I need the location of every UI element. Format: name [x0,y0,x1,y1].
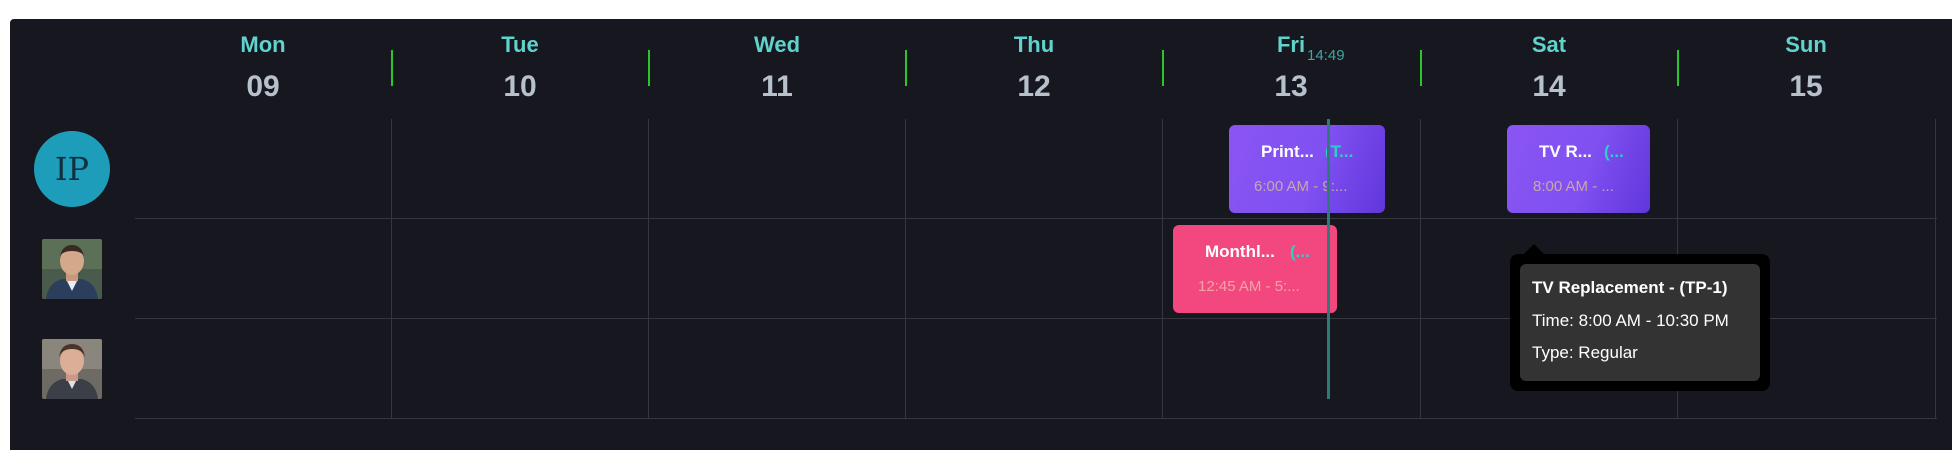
event-block[interactable]: Print... (T... 6:00 AM - 9:... [1229,125,1385,213]
day-date: 09 [246,70,280,103]
day-header-sat[interactable]: Sat 14 [1421,19,1677,119]
resource-avatar-photo[interactable] [42,239,102,299]
event-title: TV R... [1539,142,1592,161]
grid-column-line [391,119,392,419]
grid-column-line [1935,119,1936,419]
event-tooltip: TV Replacement - (TP-1) Time: 8:00 AM - … [1510,244,1770,391]
grid-column-line [648,119,649,419]
current-time-label: 14:49 [1307,47,1345,64]
day-header-fri[interactable]: Fri 13 [1163,19,1419,119]
day-date: 12 [1017,70,1051,103]
grid-column-line [1162,119,1163,419]
event-time: 6:00 AM - 9:... [1254,178,1348,195]
scheduler-panel: Mon 09 Tue 10 Wed 11 Thu 12 Fri 13 Sat 1… [10,19,1952,450]
day-name: Sat [1531,32,1567,57]
grid-row-line [135,418,1937,419]
day-name: Sun [1785,32,1827,57]
event-code: (... [1604,142,1624,161]
event-title: Print... [1261,142,1314,161]
resource-avatar-photo[interactable] [42,339,102,399]
day-header-tue[interactable]: Tue 10 [392,19,648,119]
tooltip-arrow [1524,244,1544,254]
day-date: 14 [1532,70,1566,103]
day-header-mon[interactable]: Mon 09 [135,19,391,119]
tooltip-time: Time: 8:00 AM - 10:30 PM [1532,311,1729,330]
event-time: 12:45 AM - 5:... [1198,278,1300,295]
event-title: Monthl... [1205,242,1275,261]
day-header-thu[interactable]: Thu 12 [906,19,1162,119]
day-date: 13 [1274,70,1308,103]
day-name: Fri [1276,32,1306,57]
day-name: Wed [753,32,801,57]
grid-column-line [1420,119,1421,419]
person-photo-2-icon [42,339,102,399]
person-photo-1-icon [42,239,102,299]
event-code: (... [1290,242,1310,261]
tooltip-type: Type: Regular [1532,343,1638,362]
tooltip-title: TV Replacement - (TP-1) [1532,278,1728,297]
day-date: 15 [1789,70,1823,103]
resource-avatar-initials[interactable]: IP [34,131,110,207]
event-time: 8:00 AM - ... [1533,178,1614,195]
event-block[interactable]: Monthl... (... 12:45 AM - 5:... [1173,225,1337,313]
day-header-wed[interactable]: Wed 11 [649,19,905,119]
day-name: Thu [1013,32,1055,57]
week-header: Mon 09 Tue 10 Wed 11 Thu 12 Fri 13 Sat 1… [135,19,1937,119]
day-date: 11 [761,70,793,103]
day-header-sun[interactable]: Sun 15 [1678,19,1934,119]
tooltip-body: TV Replacement - (TP-1) Time: 8:00 AM - … [1520,264,1760,381]
day-name: Tue [501,32,539,57]
day-name: Mon [240,32,286,57]
event-block[interactable]: TV R... (... 8:00 AM - ... [1507,125,1650,213]
grid-row-line [135,218,1937,219]
grid-column-line [905,119,906,419]
current-time-line [1327,119,1330,399]
day-date: 10 [503,70,537,103]
